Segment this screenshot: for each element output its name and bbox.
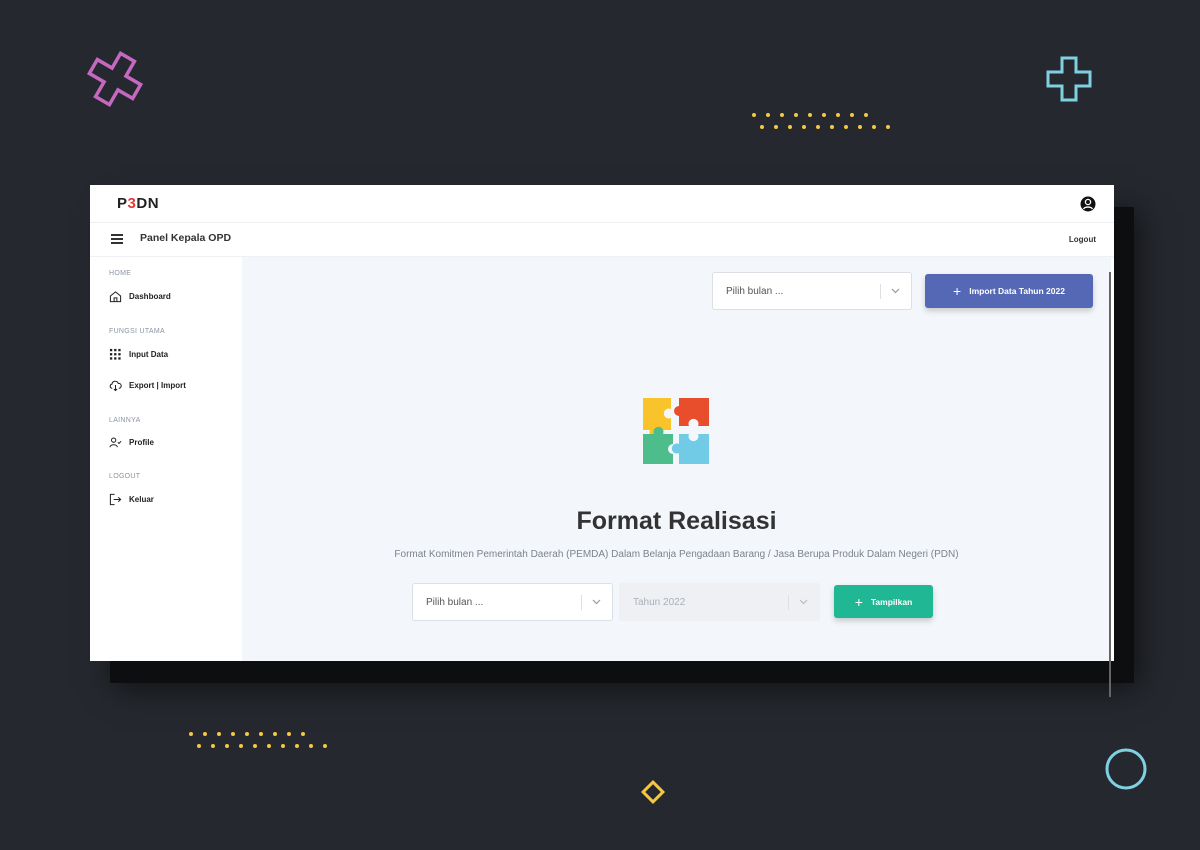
user-avatar-icon[interactable] <box>1080 196 1096 212</box>
chevron-down-icon <box>891 288 900 294</box>
home-icon <box>109 290 122 302</box>
cloud-download-icon <box>109 380 122 391</box>
pink-cross-decoration <box>86 50 144 108</box>
sub-header: Panel Kepala OPD Logout <box>90 223 1114 257</box>
sidebar-item-keluar[interactable]: Keluar <box>109 492 154 506</box>
dots-decoration <box>197 744 327 748</box>
app-logo[interactable]: P3DN <box>117 195 159 212</box>
sidebar: HOME Dashboard FUNGSI UTAMA Input Data E… <box>90 257 242 661</box>
month-select-top[interactable]: Pilih bulan ... <box>712 272 912 310</box>
hamburger-menu-icon[interactable] <box>111 234 123 244</box>
page-title: Format Realisasi <box>576 507 777 535</box>
import-data-button[interactable]: + Import Data Tahun 2022 <box>925 274 1093 308</box>
month-select[interactable]: Pilih bulan ... <box>412 583 613 621</box>
plus-icon: + <box>854 593 863 610</box>
chevron-down-icon <box>799 599 808 605</box>
circle-decoration <box>1105 748 1147 790</box>
year-select: Tahun 2022 <box>619 583 820 621</box>
sidebar-item-profile[interactable]: Profile <box>109 435 154 449</box>
dots-decoration <box>189 732 305 736</box>
cyan-cross-decoration <box>1046 56 1092 102</box>
sidebar-section-logout: LOGOUT <box>109 473 141 480</box>
sidebar-item-export-import[interactable]: Export | Import <box>109 378 186 392</box>
puzzle-icon <box>643 398 709 464</box>
panel-title: Panel Kepala OPD <box>140 232 232 244</box>
sidebar-item-dashboard[interactable]: Dashboard <box>109 289 171 303</box>
grid-icon <box>109 348 121 360</box>
chevron-down-icon <box>592 599 601 605</box>
app-window: P3DN Panel Kepala OPD Logout HOME Dashbo… <box>90 185 1114 697</box>
user-check-icon <box>109 437 122 447</box>
sidebar-section-lainnya: LAINNYA <box>109 417 141 424</box>
scrollbar[interactable] <box>1109 272 1111 697</box>
sidebar-item-input-data[interactable]: Input Data <box>109 347 168 361</box>
tampilkan-button[interactable]: + Tampilkan <box>834 585 933 618</box>
logout-link[interactable]: Logout <box>1069 235 1096 244</box>
page-subtitle: Format Komitmen Pemerintah Daerah (PEMDA… <box>394 549 959 560</box>
top-navbar: P3DN <box>90 185 1114 223</box>
diamond-decoration <box>640 779 666 805</box>
sidebar-section-home: HOME <box>109 270 132 277</box>
sidebar-section-fungsi-utama: FUNGSI UTAMA <box>109 328 165 335</box>
exit-icon <box>109 493 122 505</box>
plus-icon: + <box>953 283 962 299</box>
dots-decoration <box>760 125 890 129</box>
dots-decoration <box>752 113 868 117</box>
main-content: Pilih bulan ... + Import Data Tahun 2022… <box>242 257 1111 697</box>
